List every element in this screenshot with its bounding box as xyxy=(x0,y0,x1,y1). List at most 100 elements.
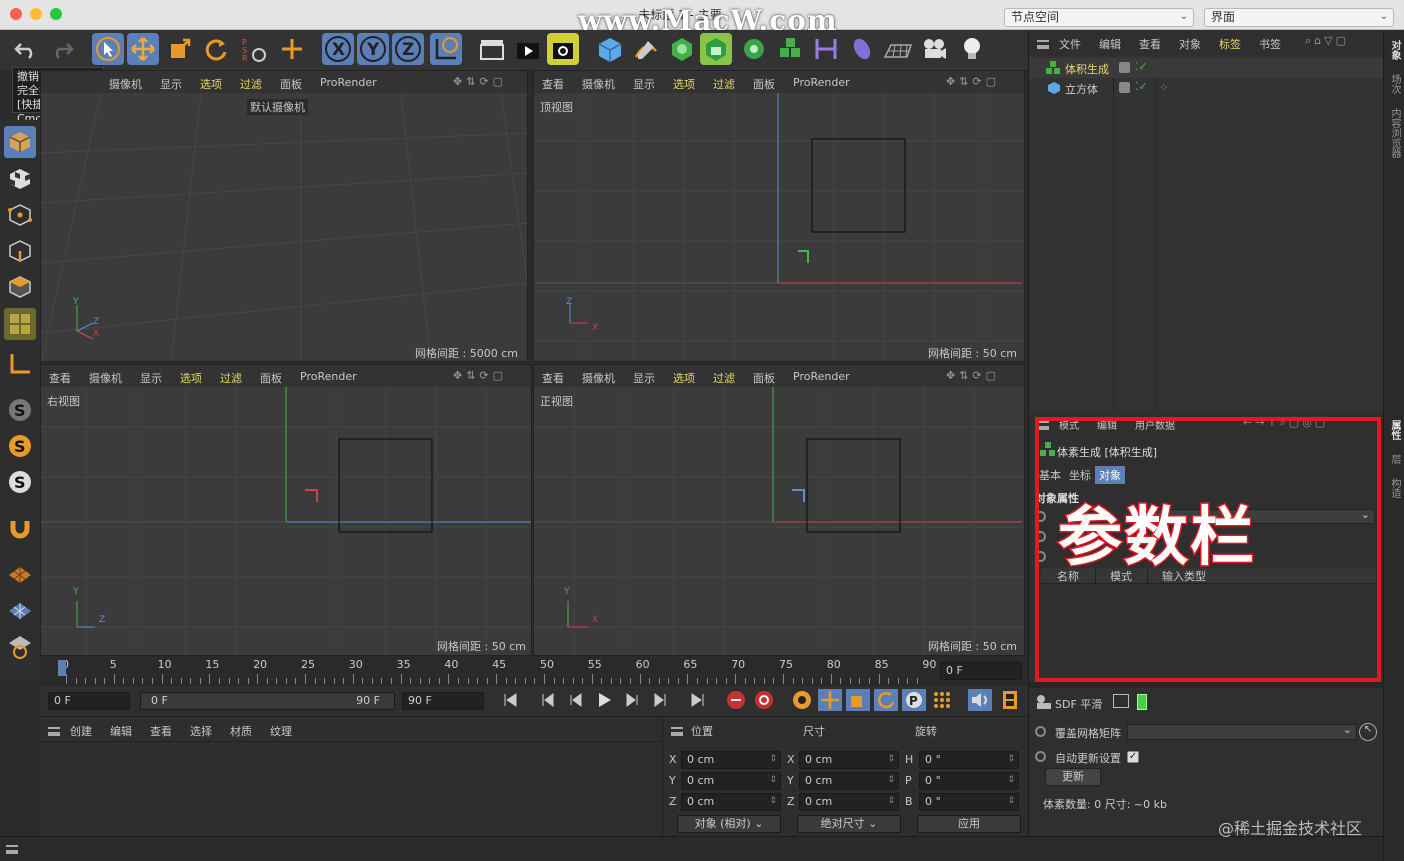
menu-display[interactable]: 显示 xyxy=(633,76,655,92)
override-matrix-radio[interactable] xyxy=(1035,726,1046,737)
menu-panel[interactable]: 面板 xyxy=(753,370,775,386)
rotation-field[interactable]: 0 ° ⇕ xyxy=(919,772,1019,790)
go-to-end-button[interactable] xyxy=(686,689,710,711)
keyframe-selection-button[interactable] xyxy=(790,689,814,711)
stepper-icon[interactable]: ⇕ xyxy=(887,773,895,787)
render-button[interactable] xyxy=(512,33,544,65)
edges-mode-button[interactable] xyxy=(4,235,36,267)
tab-content-browser[interactable]: 内容浏览器 xyxy=(1387,108,1402,158)
end-frame-field[interactable]: 90 F xyxy=(402,692,484,710)
coordinate-system-button[interactable] xyxy=(430,33,462,65)
polygons-mode-button[interactable] xyxy=(4,271,36,303)
hamburger-menu-icon[interactable] xyxy=(671,727,683,736)
menu-prorender[interactable]: ProRender xyxy=(320,76,377,92)
object-manager-tool-icons[interactable]: ⌕⌂▽▢ xyxy=(1305,34,1349,48)
menu-prorender[interactable]: ProRender xyxy=(793,370,850,386)
menu-panel[interactable]: 面板 xyxy=(280,76,302,92)
right-viewport[interactable]: 查看 摄像机 显示 选项 过滤 面板 ProRender ✥⇅⟳▢ 右视图 Y … xyxy=(40,364,532,656)
front-viewport[interactable]: 查看 摄像机 显示 选项 过滤 面板 ProRender ✥⇅⟳▢ 正视图 Y … xyxy=(533,364,1025,656)
menu-view[interactable]: 查看 xyxy=(1139,36,1161,52)
select-tool-button[interactable] xyxy=(92,33,124,65)
minimize-window-button[interactable] xyxy=(30,8,42,20)
close-window-button[interactable] xyxy=(10,8,22,20)
floor-button[interactable] xyxy=(882,33,914,65)
deformer-button[interactable] xyxy=(810,33,842,65)
menu-view[interactable]: 查看 xyxy=(542,76,564,92)
menu-view[interactable]: 查看 xyxy=(49,370,71,386)
key-position-button[interactable] xyxy=(818,689,842,711)
node-space-select[interactable]: 节点空间 ⌄ xyxy=(1004,8,1194,27)
workplane-button[interactable] xyxy=(4,558,36,590)
preview-range-slider[interactable]: 0 F 90 F xyxy=(140,692,395,710)
menu-camera[interactable]: 摄像机 xyxy=(582,370,615,386)
stepper-icon[interactable]: ⇕ xyxy=(1007,794,1015,808)
light-button[interactable] xyxy=(956,33,988,65)
apply-button[interactable]: 应用 xyxy=(917,815,1021,833)
snap-settings-button[interactable]: S xyxy=(4,430,36,462)
uv-mode-button[interactable] xyxy=(4,308,36,340)
list-item[interactable]: 立方体 ⁚✓ ⁘ xyxy=(1029,78,1384,98)
generator-button[interactable] xyxy=(700,33,732,65)
panel-divider[interactable] xyxy=(1029,682,1384,688)
hamburger-menu-icon[interactable] xyxy=(6,845,18,854)
record-button[interactable] xyxy=(724,689,748,711)
viewport-nav-icons[interactable]: ✥⇅⟳▢ xyxy=(453,369,507,382)
pick-target-icon[interactable]: ↖ xyxy=(1359,723,1377,741)
add-tool-button[interactable] xyxy=(276,33,308,65)
visibility-check-icon[interactable]: ⁚✓ xyxy=(1135,60,1148,73)
z-axis-lock-button[interactable]: Z xyxy=(392,33,424,65)
auto-update-checkbox[interactable]: ✓ xyxy=(1127,751,1139,763)
tab-layers[interactable]: 层 xyxy=(1387,454,1402,464)
redo-button[interactable] xyxy=(46,33,78,65)
tab-objects[interactable]: 对象 xyxy=(1387,40,1402,60)
position-field[interactable]: 0 cm ⇕ xyxy=(681,772,781,790)
menu-view[interactable]: 查看 xyxy=(150,723,172,739)
layer-tag-icon[interactable] xyxy=(1119,82,1130,93)
menu-create[interactable]: 创建 xyxy=(70,723,92,739)
update-button[interactable]: 更新 xyxy=(1045,768,1101,786)
stepper-icon[interactable]: ⇕ xyxy=(1007,773,1015,787)
render-settings-button[interactable] xyxy=(547,33,579,65)
menu-object[interactable]: 对象 xyxy=(1179,36,1201,52)
menu-prorender[interactable]: ProRender xyxy=(793,76,850,92)
list-item[interactable]: 体积生成 ⁚✓ xyxy=(1029,58,1384,78)
subdivision-button[interactable] xyxy=(666,33,698,65)
stepper-icon[interactable]: ⇕ xyxy=(769,773,777,787)
next-frame-button[interactable] xyxy=(620,689,644,711)
stepper-icon[interactable]: ⇕ xyxy=(769,794,777,808)
scale-tool-button[interactable] xyxy=(164,33,196,65)
menu-texture[interactable]: 纹理 xyxy=(270,723,292,739)
size-field[interactable]: 0 cm ⇕ xyxy=(799,751,899,769)
layer-toggle-icon[interactable] xyxy=(1137,694,1147,710)
menu-display[interactable]: 显示 xyxy=(160,76,182,92)
menu-display[interactable]: 显示 xyxy=(140,370,162,386)
menu-camera[interactable]: 摄像机 xyxy=(109,76,142,92)
position-field[interactable]: 0 cm ⇕ xyxy=(681,793,781,811)
menu-edit[interactable]: 编辑 xyxy=(1099,36,1121,52)
menu-camera[interactable]: 摄像机 xyxy=(89,370,122,386)
model-mode-button[interactable] xyxy=(4,126,36,158)
magnet-button[interactable] xyxy=(4,512,36,544)
menu-tags[interactable]: 标签 xyxy=(1219,36,1241,52)
rotation-field[interactable]: 0 ° ⇕ xyxy=(919,751,1019,769)
start-frame-field[interactable]: 0 F xyxy=(48,692,130,710)
rotate-tool-button[interactable] xyxy=(200,33,232,65)
top-viewport[interactable]: 查看 摄像机 显示 选项 过滤 面板 ProRender ✥⇅⟳▢ 顶视图 Z … xyxy=(533,70,1025,362)
viewport-nav-icons[interactable]: ✥⇅⟳▢ xyxy=(453,75,507,88)
move-tool-button[interactable] xyxy=(127,33,159,65)
play-button[interactable] xyxy=(592,689,616,711)
menu-options[interactable]: 选项 xyxy=(673,370,695,386)
auto-key-button[interactable] xyxy=(752,689,776,711)
position-field[interactable]: 0 cm ⇕ xyxy=(681,751,781,769)
size-mode-select[interactable]: 绝对尺寸 ⌄ xyxy=(797,815,901,833)
spline-pen-button[interactable] xyxy=(630,33,662,65)
psr-button[interactable]: PSR xyxy=(238,33,270,65)
tab-takes[interactable]: 场次 xyxy=(1387,74,1402,94)
cloner-button[interactable] xyxy=(738,33,770,65)
stepper-icon[interactable]: ⇕ xyxy=(1007,752,1015,766)
menu-file[interactable]: 文件 xyxy=(1059,36,1081,52)
default-camera-label[interactable]: 默认摄像机 xyxy=(247,99,308,115)
key-parameter-button[interactable]: P xyxy=(902,689,926,711)
menu-camera[interactable]: 摄像机 xyxy=(582,76,615,92)
perspective-viewport[interactable]: 摄像机 显示 选项 过滤 面板 ProRender ✥⇅⟳▢ 默认摄像机 Y Z… xyxy=(40,70,528,362)
